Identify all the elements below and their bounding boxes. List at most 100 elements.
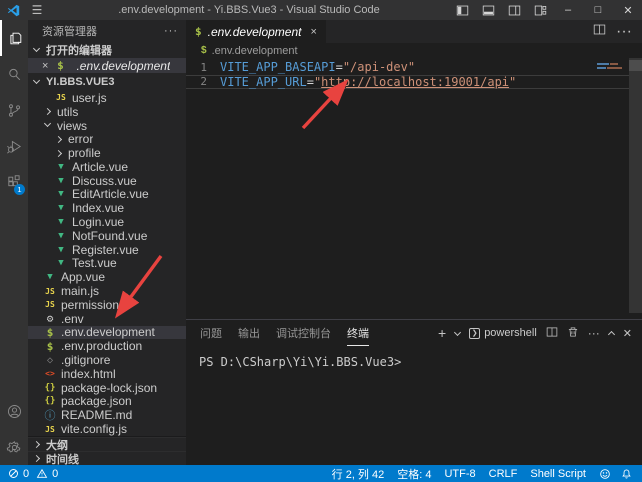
tree-item[interactable]: JSmain.js bbox=[28, 284, 186, 298]
open-editors-section[interactable]: 打开的编辑器 bbox=[28, 41, 186, 58]
panel-more-actions-icon[interactable]: ··· bbox=[588, 326, 600, 340]
vue-file-icon: ▼ bbox=[43, 272, 57, 282]
customize-layout-icon[interactable] bbox=[528, 0, 552, 20]
tree-item[interactable]: ▼Test.vue bbox=[28, 257, 186, 271]
outline-section[interactable]: 大纲 bbox=[28, 437, 186, 451]
extensions-icon[interactable]: 1 bbox=[0, 164, 28, 200]
menu-icon[interactable]: ☰ bbox=[26, 3, 48, 17]
timeline-section[interactable]: 时间线 bbox=[28, 451, 186, 465]
split-terminal-icon[interactable] bbox=[546, 326, 558, 341]
status-language-mode[interactable]: Shell Script bbox=[530, 468, 586, 480]
kill-terminal-icon[interactable] bbox=[567, 326, 579, 341]
status-indentation[interactable]: 空格: 4 bbox=[397, 466, 431, 482]
code-editor[interactable]: 1 VITE_APP_BASEAPI="/api-dev" 2 VITE_APP… bbox=[186, 58, 642, 319]
file-name: package-lock.json bbox=[61, 381, 157, 395]
tree-item[interactable]: ▼Index.vue bbox=[28, 201, 186, 215]
search-icon[interactable] bbox=[0, 56, 28, 92]
panel-tabs: 问题输出调试控制台终端 bbox=[200, 320, 369, 346]
html-file-icon: <> bbox=[43, 369, 57, 378]
tree-item[interactable]: ▼App.vue bbox=[28, 270, 186, 284]
editor-scrollbar[interactable] bbox=[629, 58, 642, 313]
vue-file-icon: ▼ bbox=[54, 245, 68, 255]
file-tree: JSuser.jsutilsviewserrorprofile▼Article.… bbox=[28, 90, 186, 436]
minimap[interactable] bbox=[597, 63, 625, 71]
maximize-panel-icon[interactable] bbox=[608, 331, 615, 338]
file-name: .env bbox=[61, 312, 84, 326]
tab-env-development[interactable]: $ .env.development × bbox=[186, 20, 326, 43]
panel-tab-output[interactable]: 输出 bbox=[238, 320, 260, 346]
notifications-bell-icon[interactable] bbox=[621, 468, 632, 480]
tree-item[interactable]: ▼Register.vue bbox=[28, 243, 186, 257]
tree-item[interactable]: profile bbox=[28, 146, 186, 160]
vscode-window: ☰ .env.development - Yi.BBS.Vue3 - Visua… bbox=[0, 0, 642, 482]
terminal-output[interactable]: PS D:\CSharp\Yi\Yi.BBS.Vue3> bbox=[186, 346, 642, 369]
tree-item[interactable]: {}package-lock.json bbox=[28, 381, 186, 395]
toggle-sidebar-icon[interactable] bbox=[450, 0, 474, 20]
tab-close-icon[interactable]: × bbox=[310, 26, 316, 38]
tree-item[interactable]: $.env.production bbox=[28, 339, 186, 353]
env-file-icon: $ bbox=[53, 59, 67, 72]
tree-item[interactable]: ⚙.env bbox=[28, 312, 186, 326]
tree-item[interactable]: ◇.gitignore bbox=[28, 353, 186, 367]
account-icon[interactable] bbox=[0, 393, 28, 429]
tree-item[interactable]: error bbox=[28, 132, 186, 146]
tree-item[interactable]: <> index.html bbox=[28, 367, 186, 381]
tree-item[interactable]: JSpermission.js bbox=[28, 298, 186, 312]
tree-item[interactable]: JSvite.config.js bbox=[28, 422, 186, 436]
problems-status[interactable]: 0 0 bbox=[8, 468, 58, 480]
tree-item[interactable]: views bbox=[28, 119, 186, 133]
git-file-icon: ◇ bbox=[43, 355, 57, 366]
chevron-down-icon bbox=[44, 120, 51, 127]
tree-item[interactable]: ▼Article.vue bbox=[28, 160, 186, 174]
env-file-icon: $ bbox=[195, 25, 202, 38]
file-name: Login.vue bbox=[72, 215, 124, 229]
minimize-button[interactable]: – bbox=[554, 0, 582, 20]
explorer-icon[interactable] bbox=[0, 20, 28, 56]
split-editor-icon[interactable] bbox=[593, 23, 606, 41]
open-editor-item[interactable]: × $ .env.development bbox=[28, 58, 186, 73]
project-root-folder[interactable]: YI.BBS.VUE3 bbox=[28, 73, 186, 90]
toggle-panel-icon[interactable] bbox=[476, 0, 500, 20]
vue-file-icon: ▼ bbox=[54, 217, 68, 227]
error-count: 0 bbox=[23, 468, 29, 480]
sidebar-more-icon[interactable]: ··· bbox=[164, 25, 178, 37]
status-encoding[interactable]: UTF-8 bbox=[444, 468, 475, 480]
errors-icon bbox=[8, 468, 19, 479]
url-link[interactable]: http://localhost:19001/api bbox=[321, 75, 509, 89]
tree-item[interactable]: ▼ Login.vue bbox=[28, 215, 186, 229]
source-control-icon[interactable] bbox=[0, 92, 28, 128]
terminal-profile[interactable]: ❯ powershell bbox=[469, 327, 537, 339]
status-bar: 0 0 行 2, 列 42 空格: 4 UTF-8 CRLF Shell Script bbox=[0, 465, 642, 482]
warning-count: 0 bbox=[52, 468, 58, 480]
tree-item[interactable]: ▼EditArticle.vue bbox=[28, 188, 186, 202]
toggle-secondary-sidebar-icon[interactable] bbox=[502, 0, 526, 20]
tree-item[interactable]: $.env.development bbox=[28, 326, 186, 340]
feedback-smiley-icon[interactable] bbox=[599, 468, 611, 480]
tree-item[interactable]: ▼Discuss.vue bbox=[28, 174, 186, 188]
editor-more-actions-icon[interactable]: ··· bbox=[616, 23, 632, 41]
file-name: user.js bbox=[72, 91, 107, 105]
panel-tab-problems[interactable]: 问题 bbox=[200, 320, 222, 346]
tree-item[interactable]: utils bbox=[28, 105, 186, 119]
tree-item[interactable]: ▼NotFound.vue bbox=[28, 229, 186, 243]
close-editor-icon[interactable]: × bbox=[42, 60, 48, 72]
tree-item[interactable]: JSuser.js bbox=[28, 91, 186, 105]
tree-item[interactable]: ⓘREADME.md bbox=[28, 408, 186, 422]
chevron-down-icon bbox=[33, 44, 40, 51]
file-name: index.html bbox=[61, 367, 116, 381]
run-debug-icon[interactable] bbox=[0, 128, 28, 164]
breadcrumb[interactable]: $ .env.development bbox=[186, 43, 642, 58]
panel-tab-debug-console[interactable]: 调试控制台 bbox=[276, 320, 331, 346]
new-terminal-icon[interactable]: + bbox=[438, 325, 446, 341]
maximize-button[interactable]: □ bbox=[584, 0, 612, 20]
code-line-1: 1 VITE_APP_BASEAPI="/api-dev" bbox=[186, 60, 642, 75]
terminal-dropdown-icon[interactable] bbox=[454, 328, 461, 335]
sidebar-title: 资源管理器 bbox=[42, 23, 97, 39]
close-panel-icon[interactable]: ✕ bbox=[623, 327, 632, 340]
settings-gear-icon[interactable] bbox=[0, 429, 28, 465]
status-cursor-position[interactable]: 行 2, 列 42 bbox=[332, 466, 385, 482]
status-eol[interactable]: CRLF bbox=[489, 468, 518, 480]
close-button[interactable]: ✕ bbox=[614, 0, 642, 20]
panel-tab-terminal[interactable]: 终端 bbox=[347, 320, 369, 346]
file-name: Discuss.vue bbox=[72, 174, 137, 188]
